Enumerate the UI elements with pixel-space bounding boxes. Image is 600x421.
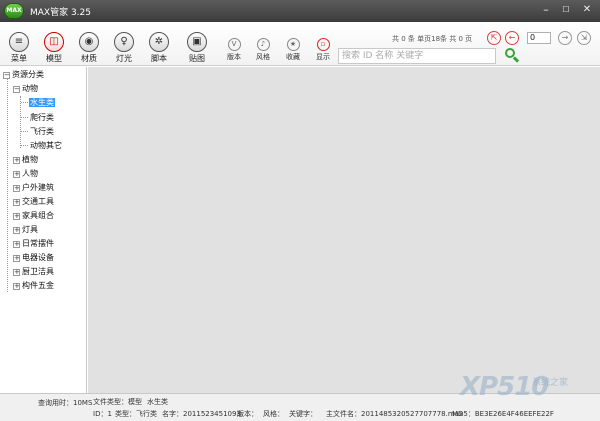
model-button[interactable]: ◫ 模型	[37, 32, 71, 64]
expand-icon[interactable]: +	[13, 255, 20, 262]
model-label: 模型	[46, 54, 62, 63]
model-grid-area[interactable]	[88, 67, 600, 393]
expand-icon[interactable]: +	[13, 227, 20, 234]
search-button[interactable]	[504, 48, 520, 63]
expand-icon[interactable]: +	[13, 157, 20, 164]
expand-icon[interactable]: +	[13, 241, 20, 248]
material-ball-icon: ◉	[79, 32, 99, 52]
tree-item-animal-other[interactable]: 动物其它	[30, 140, 62, 152]
file-kind: 类型：飞行类	[115, 410, 157, 418]
texture-label: 贴图	[189, 54, 205, 63]
version-button[interactable]: V 版本	[219, 38, 249, 62]
close-button[interactable]: ✕	[577, 2, 597, 17]
star-icon: ★	[286, 38, 300, 51]
main-file-name: 主文件名：2011485320527707778.max	[326, 410, 464, 418]
tree-item-furniture[interactable]: + 家具组合	[13, 210, 54, 222]
file-name: 名字：2011523451093	[162, 410, 241, 418]
query-time: 查询用时：10MS	[38, 399, 93, 407]
material-label: 材质	[81, 54, 97, 63]
material-button[interactable]: ◉ 材质	[72, 32, 106, 64]
expand-icon[interactable]: +	[13, 283, 20, 290]
tree-item-flying[interactable]: 飞行类	[30, 126, 54, 138]
tree-item-animals[interactable]: − 动物	[13, 83, 38, 95]
expand-icon[interactable]: +	[13, 171, 20, 178]
bulb-icon: ♀	[114, 32, 134, 52]
tree-item-lamps[interactable]: + 灯具	[13, 224, 38, 236]
file-category: 水生类	[147, 398, 168, 406]
first-page-button[interactable]: ⇱	[487, 31, 501, 45]
category-tree: − 资源分类 − 动物 水生类 爬行类 飞行类 动物其它 + 植物 + 人物 + 户外建筑…	[0, 67, 87, 393]
texture-button[interactable]: ▣ 贴图	[180, 32, 214, 64]
display-icon: ▫	[316, 38, 330, 51]
tree-item-plants[interactable]: + 植物	[13, 154, 38, 166]
expand-icon[interactable]: +	[13, 185, 20, 192]
next-page-button[interactable]: →	[558, 31, 572, 45]
cube-icon: ◫	[44, 32, 64, 52]
expand-icon[interactable]: +	[13, 213, 20, 220]
prev-page-button[interactable]: ←	[505, 31, 519, 45]
tree-item-ornaments[interactable]: + 日常摆件	[13, 238, 54, 250]
tree-item-aquatic[interactable]: 水生类	[29, 97, 55, 109]
tree-item-hardware[interactable]: + 构件五金	[13, 280, 54, 292]
collapse-icon[interactable]: −	[13, 86, 20, 93]
tree-item-reptile[interactable]: 爬行类	[30, 112, 54, 124]
page-number-input[interactable]: 0	[527, 32, 551, 44]
minimize-button[interactable]: –	[538, 2, 554, 17]
title-bar: MAX MAX管家 3.25 – ☐ ✕	[0, 0, 600, 22]
file-keywords: 关键字：	[289, 410, 317, 418]
file-version: 版本：	[237, 410, 258, 418]
tree-item-people[interactable]: + 人物	[13, 168, 38, 180]
toolbar: ≡ 菜单 ◫ 模型 ◉ 材质 ♀ 灯光 ✲ 脚本 ▣ 贴图 V 版本 ♪ 风格 …	[0, 22, 600, 66]
last-page-button[interactable]: ⇲	[577, 31, 591, 45]
light-button[interactable]: ♀ 灯光	[107, 32, 141, 64]
tree-item-sanitary[interactable]: + 厨卫洁具	[13, 266, 54, 278]
expand-icon[interactable]: +	[13, 199, 20, 206]
display-button[interactable]: ▫ 显示	[308, 38, 338, 62]
maximize-button[interactable]: ☐	[558, 2, 574, 17]
file-type: 文件类型：模型	[93, 398, 142, 406]
file-id: ID：1	[93, 410, 112, 418]
search-input[interactable]: 搜索 ID 名称 关键字	[338, 48, 496, 64]
favorite-label: 收藏	[286, 53, 300, 61]
display-label: 显示	[316, 53, 330, 61]
menu-label: 菜单	[11, 54, 27, 63]
tree-item-vehicles[interactable]: + 交通工具	[13, 196, 54, 208]
tree-item-outdoor-buildings[interactable]: + 户外建筑	[13, 182, 54, 194]
file-style: 风格：	[263, 410, 284, 418]
expand-icon[interactable]: +	[13, 269, 20, 276]
light-label: 灯光	[116, 54, 132, 63]
style-icon: ♪	[256, 38, 270, 51]
style-button[interactable]: ♪ 风格	[248, 38, 278, 62]
pager-info: 共 0 条 单页18条 共 0 页	[392, 35, 473, 43]
tree-item-appliances[interactable]: + 电器设备	[13, 252, 54, 264]
file-md5: MD5：BE3E26E4F46EEFE22F	[452, 410, 554, 418]
tree-root[interactable]: − 资源分类	[3, 69, 44, 81]
version-icon: V	[227, 38, 241, 51]
collapse-icon[interactable]: −	[3, 72, 10, 79]
style-label: 风格	[256, 53, 270, 61]
image-icon: ▣	[187, 32, 207, 52]
menu-button[interactable]: ≡ 菜单	[2, 32, 36, 64]
app-logo: MAX	[4, 3, 24, 19]
menu-icon: ≡	[9, 32, 29, 52]
version-label: 版本	[227, 53, 241, 61]
window-title: MAX管家 3.25	[30, 8, 91, 18]
script-button[interactable]: ✲ 脚本	[142, 32, 176, 64]
watermark-text: 系统之家	[532, 378, 569, 388]
gear-icon: ✲	[149, 32, 169, 52]
script-label: 脚本	[151, 54, 167, 63]
favorite-button[interactable]: ★ 收藏	[278, 38, 308, 62]
